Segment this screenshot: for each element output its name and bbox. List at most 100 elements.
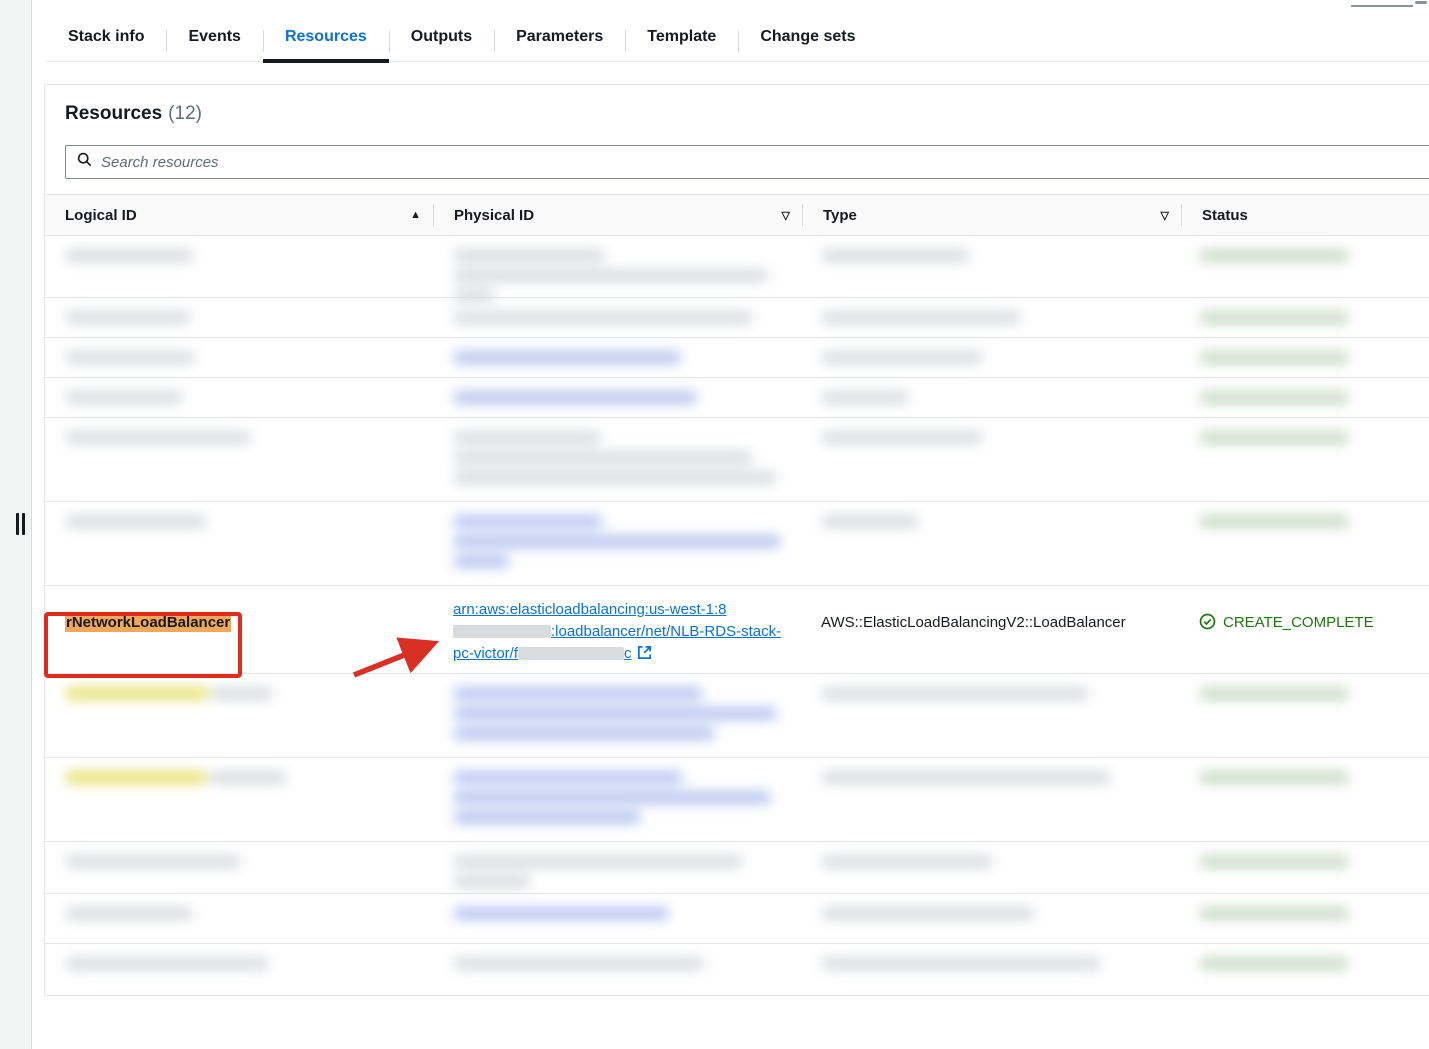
column-header-type-label: Type <box>823 206 857 224</box>
tab-stack-info[interactable]: Stack info <box>46 29 166 61</box>
cell-type: AWS::ElasticLoadBalancingV2::LoadBalance… <box>801 586 1179 673</box>
cell-physical-id <box>433 418 801 501</box>
cell-logical-id: rNetworkLoadBalancer <box>45 586 433 673</box>
cell-type <box>801 418 1179 501</box>
external-link-icon[interactable] <box>637 645 652 667</box>
cell-type <box>801 758 1179 841</box>
redacted-link[interactable] <box>453 771 783 824</box>
cell-logical-id <box>45 944 433 990</box>
redacted-text <box>821 771 1161 784</box>
redacted-text <box>1199 431 1421 444</box>
physical-id-link[interactable]: arn:aws:elasticloadbalancing:us-west-1:8… <box>453 601 781 662</box>
cell-physical-id <box>433 236 801 302</box>
redacted-text <box>453 311 783 324</box>
search-input[interactable] <box>101 153 1386 171</box>
table-row[interactable] <box>45 338 1429 378</box>
tab-events[interactable]: Events <box>166 29 262 61</box>
column-header-logical-id[interactable]: Logical ID ▲ <box>45 195 433 235</box>
redacted-text <box>821 249 1161 262</box>
redacted-text <box>821 907 1161 920</box>
cell-type <box>801 338 1179 377</box>
table-row[interactable] <box>45 378 1429 418</box>
tab-change-sets[interactable]: Change sets <box>738 29 877 61</box>
cell-status <box>1179 842 1429 893</box>
status-badge: CREATE_COMPLETE <box>1223 614 1374 631</box>
tab-template[interactable]: Template <box>625 29 738 61</box>
redacted-text <box>65 957 415 970</box>
table-row[interactable] <box>45 236 1429 302</box>
redacted-text <box>1199 855 1421 868</box>
cell-logical-id <box>45 236 433 297</box>
cell-status <box>1179 418 1429 501</box>
column-header-physical-id[interactable]: Physical ID ▽ <box>434 195 802 235</box>
cell-type <box>801 236 1179 297</box>
redacted-text <box>1199 391 1421 404</box>
column-header-status[interactable]: Status <box>1182 195 1429 235</box>
table-row[interactable] <box>45 758 1429 842</box>
column-header-logical-id-label: Logical ID <box>65 206 137 224</box>
redacted-text <box>821 311 1161 324</box>
cell-physical-id <box>433 842 801 893</box>
cell-status <box>1179 338 1429 377</box>
side-panel-drag-handle[interactable] <box>12 512 28 536</box>
redacted-text <box>821 855 1161 868</box>
cell-type <box>801 674 1179 757</box>
redacted-text <box>65 431 415 444</box>
cell-physical-id <box>433 338 801 377</box>
column-header-type[interactable]: Type ▽ <box>803 195 1181 235</box>
redacted-link[interactable] <box>453 391 783 404</box>
redacted-link[interactable] <box>453 907 783 920</box>
arn-part-3: c <box>624 644 632 662</box>
column-header-status-label: Status <box>1202 206 1248 224</box>
cell-status <box>1179 378 1429 417</box>
cell-status <box>1179 298 1429 337</box>
tab-outputs[interactable]: Outputs <box>388 29 494 61</box>
table-row[interactable] <box>45 418 1429 502</box>
cell-physical-id <box>433 298 801 337</box>
cell-logical-id <box>45 894 433 943</box>
sort-descending-icon[interactable]: ▽ <box>1161 209 1169 222</box>
redacted-text <box>1199 311 1421 324</box>
redacted-text <box>821 431 1161 444</box>
cell-status <box>1179 236 1429 297</box>
redacted-text <box>1199 515 1421 528</box>
table-row-network-load-balancer[interactable]: rNetworkLoadBalancer arn:aws:elasticload… <box>45 586 1429 674</box>
cell-type <box>801 378 1179 417</box>
column-header-physical-id-label: Physical ID <box>454 206 535 224</box>
cell-status <box>1179 894 1429 943</box>
redacted-text <box>65 907 415 920</box>
cell-status <box>1179 944 1429 990</box>
redacted-resource-id <box>518 647 625 661</box>
cell-logical-id <box>45 418 433 501</box>
cell-type <box>801 894 1179 943</box>
cell-physical-id <box>433 674 801 757</box>
table-row[interactable] <box>45 894 1429 944</box>
cell-logical-id <box>45 338 433 377</box>
sort-descending-icon[interactable]: ▽ <box>782 209 790 222</box>
table-row[interactable] <box>45 674 1429 758</box>
table-row[interactable] <box>45 842 1429 894</box>
resources-panel: Resources (12) Search resources Logical … <box>44 84 1429 996</box>
redacted-text <box>1199 907 1421 920</box>
search-box[interactable] <box>65 145 1429 179</box>
redacted-link[interactable] <box>453 687 783 740</box>
table-row[interactable] <box>45 502 1429 586</box>
table-row[interactable] <box>45 944 1429 990</box>
redacted-link[interactable] <box>453 351 783 364</box>
redacted-link[interactable] <box>453 515 783 568</box>
cell-type <box>801 502 1179 585</box>
redacted-text <box>453 249 783 302</box>
redacted-text <box>453 431 783 484</box>
sort-ascending-icon[interactable]: ▲ <box>410 209 421 221</box>
cell-logical-id <box>45 842 433 893</box>
search-icon <box>77 152 92 172</box>
page-root: Stack info Events Resources Outputs Para… <box>0 0 1429 1049</box>
resources-table: Logical ID ▲ Physical ID ▽ Type ▽ Status… <box>45 194 1429 990</box>
tab-resources[interactable]: Resources <box>262 29 389 63</box>
redacted-text <box>65 249 415 262</box>
cell-physical-id <box>433 378 801 417</box>
tab-parameters[interactable]: Parameters <box>494 29 625 61</box>
table-row[interactable] <box>45 298 1429 338</box>
redacted-text <box>1199 249 1421 262</box>
main-content: Stack info Events Resources Outputs Para… <box>33 0 1429 1049</box>
